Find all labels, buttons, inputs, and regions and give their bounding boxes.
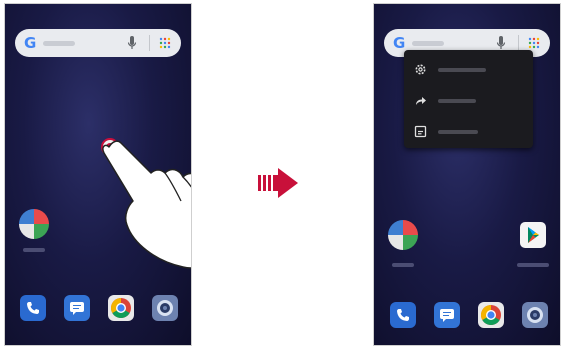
folder-label (392, 263, 414, 267)
phone-app-icon[interactable] (390, 302, 416, 328)
home-context-menu (404, 50, 533, 148)
app-grid-icon[interactable] (528, 37, 540, 49)
menu-item-widgets[interactable] (404, 116, 533, 148)
camera-app-icon[interactable] (522, 302, 548, 328)
search-placeholder (412, 41, 444, 46)
menu-item-label (438, 99, 476, 103)
hand-icon (102, 140, 191, 269)
chrome-app-icon[interactable] (108, 295, 134, 321)
google-search-bar[interactable]: G (15, 29, 181, 57)
app-grid-icon[interactable] (159, 37, 171, 49)
mic-icon[interactable] (496, 35, 506, 51)
menu-item-label (438, 130, 478, 134)
app-folder[interactable] (19, 209, 49, 239)
gear-icon (415, 64, 426, 75)
messages-app-icon[interactable] (434, 302, 460, 328)
messages-app-icon[interactable] (64, 295, 90, 321)
menu-item-label (438, 68, 486, 72)
camera-app-icon[interactable] (152, 295, 178, 321)
mic-icon[interactable] (127, 35, 137, 51)
app-folder[interactable] (388, 220, 418, 250)
phone-app-icon[interactable] (20, 295, 46, 321)
share-icon (416, 97, 426, 105)
google-logo-icon: G (393, 34, 406, 52)
search-divider (149, 35, 150, 51)
play-store-app-icon[interactable] (520, 222, 546, 248)
menu-item-share[interactable] (404, 85, 533, 117)
chrome-app-icon[interactable] (478, 302, 504, 328)
menu-item-settings[interactable] (404, 54, 533, 86)
folder-label (23, 248, 45, 252)
home-screen-after: G (373, 3, 561, 346)
search-divider (518, 35, 519, 51)
transition-arrow-icon (258, 168, 298, 198)
widgets-icon (414, 125, 427, 138)
google-logo-icon: G (24, 34, 37, 52)
home-screen-before: G (4, 3, 192, 346)
search-placeholder (43, 41, 75, 46)
play-store-label (517, 263, 549, 267)
